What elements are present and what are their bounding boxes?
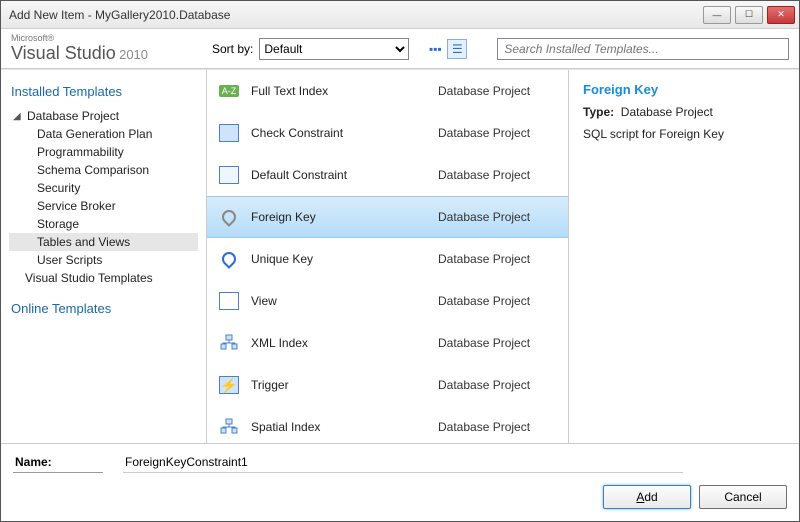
sort-area: Sort by: Default ▪▪▪ ☰ (206, 38, 467, 60)
brand-year: 2010 (119, 47, 148, 62)
dialog-window: Add New Item - MyGallery2010.Database — … (0, 0, 800, 522)
full-text-index-icon: A-Z (217, 79, 241, 103)
view-icon (217, 289, 241, 313)
details-description: SQL script for Foreign Key (583, 127, 785, 141)
tree-item-service-broker[interactable]: Service Broker (9, 197, 198, 215)
cancel-button[interactable]: Cancel (699, 485, 787, 509)
check-constraint-icon (217, 121, 241, 145)
template-item-xml-index[interactable]: XML Index Database Project (207, 322, 568, 364)
template-item-check-constraint[interactable]: Check Constraint Database Project (207, 112, 568, 154)
sort-dropdown[interactable]: Default (259, 38, 409, 60)
header-row: Microsoft® Visual Studio 2010 Sort by: D… (1, 29, 799, 69)
button-row: Add Cancel (13, 481, 787, 513)
default-constraint-icon (217, 163, 241, 187)
search-input[interactable] (497, 38, 789, 60)
close-button[interactable]: ✕ (767, 6, 795, 24)
template-item-view[interactable]: View Database Project (207, 280, 568, 322)
tree-item-security[interactable]: Security (9, 179, 198, 197)
template-item-default-constraint[interactable]: Default Constraint Database Project (207, 154, 568, 196)
tree-item-schema-comparison[interactable]: Schema Comparison (9, 161, 198, 179)
titlebar[interactable]: Add New Item - MyGallery2010.Database — … (1, 1, 799, 29)
tree-item-vs-templates[interactable]: Visual Studio Templates (9, 269, 198, 287)
brand: Microsoft® Visual Studio 2010 (1, 33, 206, 64)
caret-icon: ◢ (13, 111, 23, 122)
template-list-panel: A-Z Full Text Index Database Project Che… (206, 70, 569, 443)
tree-item-data-generation-plan[interactable]: Data Generation Plan (9, 125, 198, 143)
name-row: Name: (13, 452, 787, 473)
sort-label: Sort by: (212, 42, 253, 56)
tree-root-database-project[interactable]: ◢ Database Project (9, 107, 198, 125)
tree-item-tables-and-views[interactable]: Tables and Views (9, 233, 198, 251)
details-title: Foreign Key (583, 82, 785, 97)
online-templates-heading[interactable]: Online Templates (11, 301, 198, 316)
foreign-key-icon (217, 205, 241, 229)
view-details-button[interactable]: ☰ (447, 39, 467, 59)
footer: Name: Add Cancel (1, 443, 799, 521)
sidebar: Installed Templates ◢ Database Project D… (1, 70, 206, 443)
template-list[interactable]: A-Z Full Text Index Database Project Che… (207, 70, 568, 443)
tree-item-programmability[interactable]: Programmability (9, 143, 198, 161)
template-item-foreign-key[interactable]: Foreign Key Database Project (207, 196, 568, 238)
unique-key-icon (217, 247, 241, 271)
search-area (497, 38, 789, 60)
maximize-button[interactable]: ☐ (735, 6, 763, 24)
brand-name: Visual Studio (11, 43, 116, 63)
tree-item-user-scripts[interactable]: User Scripts (9, 251, 198, 269)
view-small-icons-button[interactable]: ▪▪▪ (425, 39, 445, 59)
trigger-icon: ⚡ (217, 373, 241, 397)
tree-item-storage[interactable]: Storage (9, 215, 198, 233)
xml-index-icon (217, 331, 241, 355)
view-toggle: ▪▪▪ ☰ (425, 39, 467, 59)
details-type: Type: Database Project (583, 105, 785, 119)
minimize-button[interactable]: — (703, 6, 731, 24)
add-button[interactable]: Add (603, 485, 691, 509)
name-label: Name: (13, 452, 103, 473)
spatial-index-icon (217, 415, 241, 439)
template-item-trigger[interactable]: ⚡ Trigger Database Project (207, 364, 568, 406)
titlebar-text: Add New Item - MyGallery2010.Database (9, 8, 699, 22)
details-panel: Foreign Key Type: Database Project SQL s… (569, 70, 799, 443)
template-item-full-text-index[interactable]: A-Z Full Text Index Database Project (207, 70, 568, 112)
name-input[interactable] (123, 452, 683, 473)
brand-ms: Microsoft® (11, 33, 148, 43)
installed-templates-heading[interactable]: Installed Templates (11, 84, 198, 99)
template-item-unique-key[interactable]: Unique Key Database Project (207, 238, 568, 280)
template-item-spatial-index[interactable]: Spatial Index Database Project (207, 406, 568, 443)
body: Installed Templates ◢ Database Project D… (1, 69, 799, 443)
